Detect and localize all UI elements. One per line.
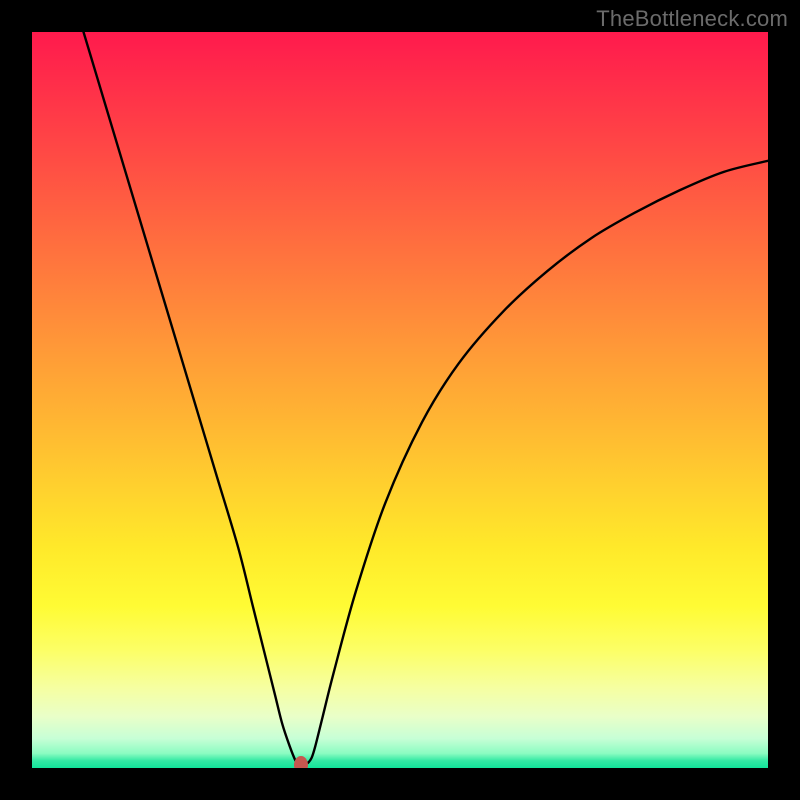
plot-area — [32, 32, 768, 768]
chart-frame: TheBottleneck.com — [0, 0, 800, 800]
bottleneck-curve — [32, 32, 768, 768]
watermark-text: TheBottleneck.com — [596, 6, 788, 32]
optimum-marker — [294, 756, 308, 768]
